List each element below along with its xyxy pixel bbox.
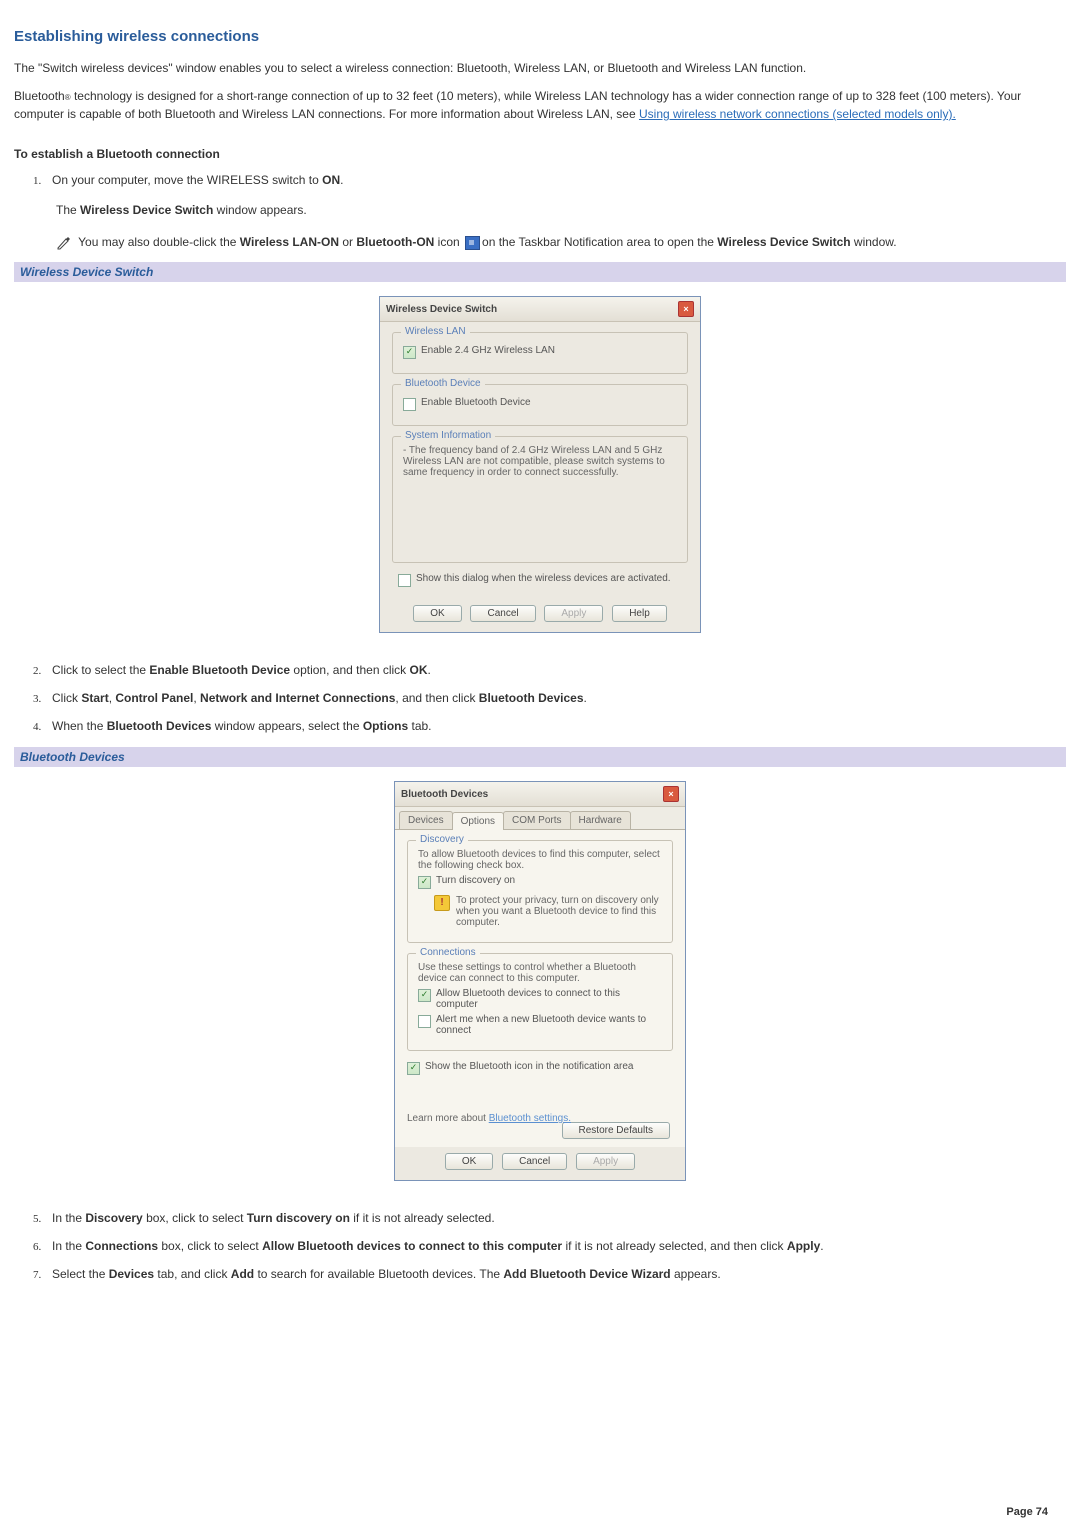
connections-desc: Use these settings to control whether a … (418, 962, 662, 984)
close-icon[interactable]: × (678, 301, 694, 317)
group-connections: Connections (416, 947, 480, 958)
checkbox-allow-connect[interactable] (418, 989, 431, 1002)
label-turn-discovery-on: Turn discovery on (436, 875, 515, 886)
note-icon (56, 236, 72, 250)
checkbox-show-icon[interactable] (407, 1062, 420, 1075)
dialog-wireless-device-switch: Wireless Device Switch × Wireless LAN Ena… (379, 296, 701, 633)
checkbox-alert-new[interactable] (418, 1015, 431, 1028)
learn-more-link[interactable]: Bluetooth settings. (489, 1113, 571, 1124)
taskbar-icon (465, 236, 480, 250)
page-number: Page 74 (1006, 1506, 1048, 1518)
checkbox-show-dialog[interactable] (398, 574, 411, 587)
checkbox-enable-bluetooth[interactable] (403, 398, 416, 411)
step-6: In the Connections box, click to select … (44, 1239, 1066, 1253)
label-alert-new: Alert me when a new Bluetooth device wan… (436, 1014, 662, 1036)
step-3: Click Start, Control Panel, Network and … (44, 691, 1066, 705)
learn-more-text: Learn more about (407, 1113, 489, 1124)
wireless-lan-link[interactable]: Using wireless network connections (sele… (639, 107, 956, 121)
step-2: Click to select the Enable Bluetooth Dev… (44, 663, 1066, 677)
label-enable-wlan: Enable 2.4 GHz Wireless LAN (421, 345, 555, 356)
ok-button[interactable]: OK (445, 1153, 493, 1170)
tab-options[interactable]: Options (452, 812, 504, 830)
tab-hardware[interactable]: Hardware (570, 811, 631, 829)
restore-defaults-button[interactable]: Restore Defaults (562, 1122, 670, 1139)
ok-button[interactable]: OK (413, 605, 461, 622)
label-show-dialog: Show this dialog when the wireless devic… (416, 573, 671, 584)
dialog2-title: Bluetooth Devices (401, 789, 659, 800)
label-allow-connect: Allow Bluetooth devices to connect to th… (436, 988, 662, 1010)
group-system-info: System Information (401, 430, 495, 441)
page-title: Establishing wireless connections (14, 28, 1066, 45)
checkbox-enable-wlan[interactable] (403, 346, 416, 359)
group-wireless-lan: Wireless LAN (401, 326, 470, 337)
step-4: When the Bluetooth Devices window appear… (44, 719, 1066, 733)
cancel-button[interactable]: Cancel (470, 605, 535, 622)
section-heading-bluetooth: To establish a Bluetooth connection (14, 147, 1066, 161)
system-info-text: - The frequency band of 2.4 GHz Wireless… (403, 445, 677, 478)
step-7: Select the Devices tab, and click Add to… (44, 1267, 1066, 1281)
tab-com-ports[interactable]: COM Ports (503, 811, 570, 829)
label-show-icon: Show the Bluetooth icon in the notificat… (425, 1061, 633, 1072)
cancel-button[interactable]: Cancel (502, 1153, 567, 1170)
discovery-warning: To protect your privacy, turn on discove… (456, 895, 662, 928)
close-icon[interactable]: × (663, 786, 679, 802)
discovery-desc: To allow Bluetooth devices to find this … (418, 849, 662, 871)
intro-para-2: Bluetooth® technology is designed for a … (14, 87, 1066, 123)
dialog-bluetooth-devices: Bluetooth Devices × Devices Options COM P… (394, 781, 686, 1181)
note: You may also double-click the Wireless L… (56, 233, 1066, 252)
step-1: On your computer, move the WIRELESS swit… (44, 173, 1066, 187)
checkbox-turn-discovery-on[interactable] (418, 876, 431, 889)
group-discovery: Discovery (416, 834, 468, 845)
tab-devices[interactable]: Devices (399, 811, 453, 829)
intro-para-1: The "Switch wireless devices" window ena… (14, 59, 1066, 77)
help-button[interactable]: Help (612, 605, 667, 622)
figure-caption-1: Wireless Device Switch (14, 262, 1066, 282)
apply-button[interactable]: Apply (544, 605, 603, 622)
group-bluetooth: Bluetooth Device (401, 378, 485, 389)
apply-button[interactable]: Apply (576, 1153, 635, 1170)
label-enable-bluetooth: Enable Bluetooth Device (421, 397, 531, 408)
step-5: In the Discovery box, click to select Tu… (44, 1211, 1066, 1225)
dialog1-title: Wireless Device Switch (386, 304, 674, 315)
step-1-sub: The Wireless Device Switch window appear… (56, 201, 1066, 219)
figure-caption-2: Bluetooth Devices (14, 747, 1066, 767)
warning-icon (434, 895, 450, 911)
